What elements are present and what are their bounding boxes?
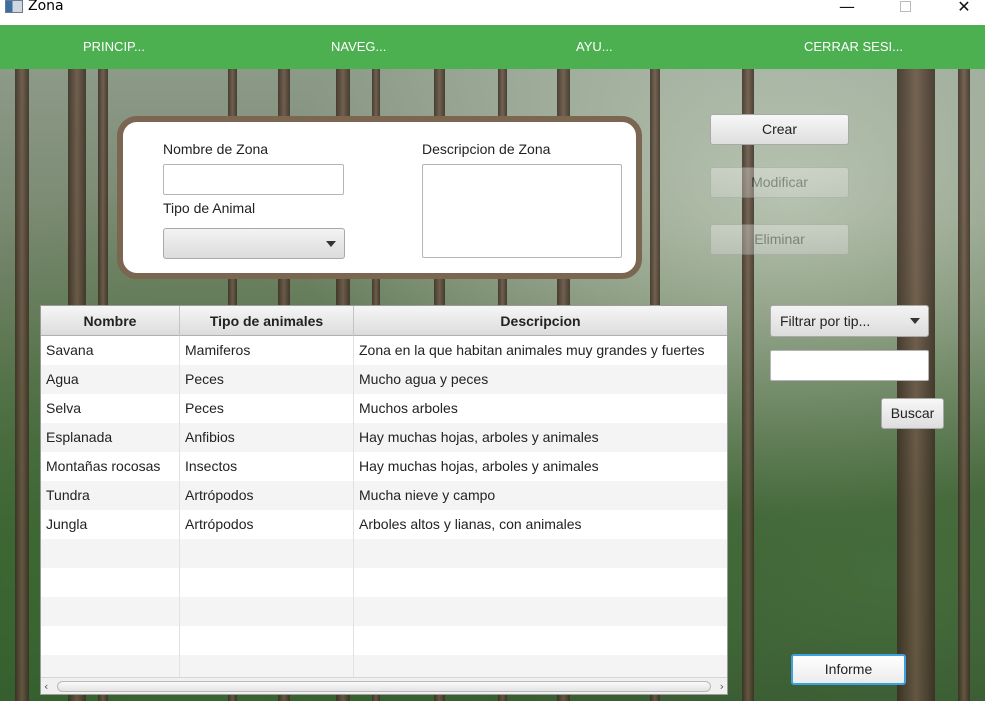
- filter-search-input[interactable]: [770, 350, 929, 381]
- cell-nombre: Montañas rocosas: [41, 452, 180, 481]
- filter-type-select[interactable]: Filtrar por tip...: [770, 305, 929, 337]
- cell-tipo: Peces: [180, 394, 354, 423]
- cell-nombre: Esplanada: [41, 423, 180, 452]
- description-textarea[interactable]: [422, 164, 622, 258]
- cell-descripcion: [354, 539, 727, 568]
- cell-nombre: [41, 539, 180, 568]
- cell-descripcion: Mucho agua y peces: [359, 371, 489, 387]
- cell-nombre: Selva: [41, 394, 180, 423]
- menu-bar: PRINCIP... NAVEG... AYU... CERRAR SESI..…: [0, 25, 985, 69]
- column-header-descripcion[interactable]: Descripcion: [354, 306, 727, 336]
- table-header: Nombre Tipo de animales Descripcion: [41, 306, 727, 336]
- cell-nombre: Agua: [41, 365, 180, 394]
- zone-name-label: Nombre de Zona: [163, 141, 269, 157]
- table-row[interactable]: Esplanada Anfibios Hay muchas hojas, arbol…: [41, 423, 727, 452]
- cell-tipo: Insectos: [180, 452, 354, 481]
- cell-descripcion: Arboles altos y lianas, con animales: [359, 516, 582, 532]
- column-header-nombre[interactable]: Nombre: [41, 306, 180, 336]
- cell-descripcion: Hay muchas hojas, arboles y animales: [359, 429, 599, 445]
- close-icon[interactable]: ✕: [941, 0, 985, 22]
- window-title-bar: Zona — ✕: [0, 0, 985, 25]
- cell-nombre: Savana: [41, 336, 180, 365]
- cell-tipo: Peces: [180, 365, 354, 394]
- chevron-down-icon: [326, 241, 336, 247]
- animal-type-select[interactable]: [163, 228, 345, 259]
- description-label: Descripcion de Zona: [422, 141, 551, 157]
- maximize-icon[interactable]: [882, 0, 928, 22]
- column-header-tipo[interactable]: Tipo de animales: [180, 306, 354, 336]
- cell-tipo: Artrópodos: [180, 481, 354, 510]
- horizontal-scrollbar[interactable]: ‹ ›: [41, 677, 727, 694]
- cell-nombre: Tundra: [41, 481, 180, 510]
- menu-cerrar-sesion[interactable]: CERRAR SESI...: [804, 25, 903, 69]
- cell-nombre: [41, 597, 180, 626]
- cell-tipo: Mamiferos: [180, 336, 354, 365]
- table-row[interactable]: Savana Mamiferos Zona en la que habitan an…: [41, 336, 727, 365]
- zones-table: Nombre Tipo de animales Descripcion Sava…: [40, 305, 728, 695]
- cell-descripcion: [354, 568, 727, 597]
- table-row[interactable]: Jungla Artrópodos Arboles altos y lianas, …: [41, 510, 727, 539]
- cell-descripcion: Mucha nieve y campo: [359, 487, 496, 503]
- scrollbar-thumb[interactable]: [57, 681, 711, 692]
- table-row[interactable]: Tundra Artrópodos Mucha nieve y campo: [41, 481, 727, 510]
- cell-tipo: Artrópodos: [180, 510, 354, 539]
- cell-tipo: [180, 597, 354, 626]
- table-row[interactable]: Agua Peces Mucho agua y peces: [41, 365, 727, 394]
- cell-descripcion: [354, 597, 727, 626]
- filter-type-text: Filtrar por tip...: [780, 313, 871, 329]
- cell-tipo: Anfibios: [180, 423, 354, 452]
- menu-principal[interactable]: PRINCIP...: [83, 25, 145, 69]
- modify-button[interactable]: Modificar: [710, 167, 849, 198]
- cell-descripcion: Muchos arboles: [359, 400, 458, 416]
- table-row[interactable]: Montañas rocosas Insectos Hay muchas hojas…: [41, 452, 727, 481]
- cell-nombre: [41, 568, 180, 597]
- zone-name-input[interactable]: [163, 164, 344, 195]
- cell-tipo: [180, 568, 354, 597]
- window-title: Zona: [28, 0, 64, 14]
- table-row[interactable]: Selva Peces Muchos arboles: [41, 394, 727, 423]
- table-row[interactable]: [41, 597, 727, 626]
- search-button[interactable]: Buscar: [881, 398, 944, 429]
- cell-tipo: [180, 539, 354, 568]
- cell-descripcion: Hay muchas hojas, arboles y animales: [359, 458, 599, 474]
- scroll-right-icon[interactable]: ›: [720, 680, 724, 693]
- menu-navegacion[interactable]: NAVEG...: [331, 25, 386, 69]
- delete-button[interactable]: Eliminar: [710, 224, 849, 255]
- cell-tipo: [180, 626, 354, 655]
- report-button[interactable]: Informe: [791, 654, 906, 685]
- animal-type-label: Tipo de Animal: [163, 200, 256, 216]
- app-icon: [5, 0, 23, 13]
- cell-nombre: Jungla: [41, 510, 180, 539]
- chevron-down-icon: [910, 318, 920, 324]
- menu-ayuda[interactable]: AYU...: [576, 25, 613, 69]
- cell-descripcion: Zona en la que habitan animales muy gran…: [359, 342, 705, 358]
- scroll-left-icon[interactable]: ‹: [44, 680, 48, 693]
- minimize-icon[interactable]: —: [824, 0, 870, 22]
- cell-nombre: [41, 626, 180, 655]
- create-button[interactable]: Crear: [710, 114, 849, 145]
- table-row[interactable]: [41, 626, 727, 655]
- cell-descripcion: [354, 626, 727, 655]
- table-row[interactable]: [41, 568, 727, 597]
- table-row[interactable]: [41, 539, 727, 568]
